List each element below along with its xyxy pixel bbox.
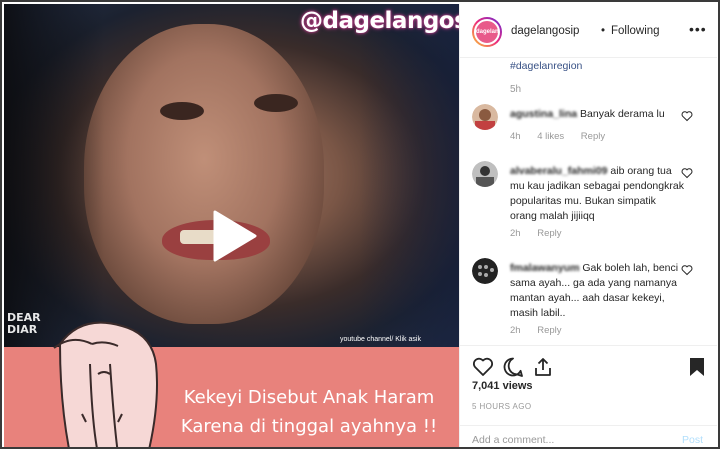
reply-button[interactable]: Reply: [537, 325, 561, 336]
video-frame[interactable]: @dagelangosip DEAR DIAR youtube channel/…: [4, 4, 459, 347]
comment-username[interactable]: fmalawanyum: [510, 262, 579, 274]
youtube-credit: youtube channel/ Klik asik: [340, 336, 421, 343]
hijab-shadow: [4, 4, 459, 347]
author-username[interactable]: dagelangosip: [511, 25, 579, 37]
comment-likes[interactable]: 4 likes: [537, 131, 564, 142]
corner-logo: DEAR DIAR: [7, 311, 41, 336]
post-comment-button[interactable]: Post: [682, 434, 703, 446]
like-comment-heart-icon[interactable]: [681, 110, 693, 122]
comment-username[interactable]: alvaberalu_fahmi09: [510, 165, 607, 177]
post-sidebar: dagelan dagelangosip • Following ••• #da…: [459, 4, 717, 447]
reply-button[interactable]: Reply: [581, 131, 605, 142]
comment-time[interactable]: 2h: [510, 228, 521, 239]
like-heart-icon[interactable]: [472, 356, 494, 378]
comment-meta: 2h Reply: [510, 228, 576, 239]
banner-line-1: Kekeyi Disebut Anak Haram: [183, 387, 435, 408]
header-separator: •: [601, 25, 606, 37]
like-comment-heart-icon[interactable]: [681, 167, 693, 179]
comment-avatar[interactable]: [472, 104, 498, 130]
share-icon[interactable]: [532, 356, 554, 378]
comment-1: agustina_lina Banyak derama lu: [510, 107, 685, 122]
comment-meta: 2h Reply: [510, 325, 576, 336]
comments-list[interactable]: #dagelanregion 5h agustina_lina Banyak d…: [460, 58, 717, 345]
watermark-text: @dagelangosip: [300, 8, 459, 34]
comment-avatar[interactable]: [472, 161, 498, 187]
comment-time[interactable]: 4h: [510, 131, 521, 142]
comment-2: alvaberalu_fahmi09 aib orang tua mu kau …: [510, 164, 685, 224]
play-icon[interactable]: [211, 210, 257, 262]
comment-composer: Add a comment... Post: [460, 425, 717, 447]
comment-time[interactable]: 2h: [510, 325, 521, 336]
mascot-icon: [53, 321, 158, 447]
comment-text: Banyak derama lu: [580, 108, 665, 120]
author-avatar-image: dagelan: [474, 19, 500, 45]
author-avatar[interactable]: dagelan: [472, 17, 502, 47]
comment-avatar[interactable]: [472, 258, 498, 284]
comment-username[interactable]: agustina_lina: [510, 108, 577, 120]
post-actions: [460, 345, 717, 379]
comment-3: fmalawanyum Gak boleh lah, benci sama ay…: [510, 261, 685, 321]
comment-bubble-icon[interactable]: [502, 356, 524, 378]
reply-button[interactable]: Reply: [537, 228, 561, 239]
banner-line-2: Karena di tinggal ayahnya !!: [180, 416, 438, 437]
more-options-button[interactable]: •••: [689, 21, 707, 37]
like-comment-heart-icon[interactable]: [681, 264, 693, 276]
banner-text: Kekeyi Disebut Anak Haram Karena di ting…: [164, 383, 454, 441]
comment-meta: 4h 4 likes Reply: [510, 131, 619, 142]
caption-hashtag[interactable]: #dagelanregion: [510, 60, 582, 72]
following-button[interactable]: Following: [611, 25, 660, 37]
bookmark-icon[interactable]: [686, 356, 708, 378]
comment-input[interactable]: Add a comment...: [472, 434, 554, 446]
caption-time[interactable]: 5h: [510, 84, 521, 95]
view-count[interactable]: 7,041 views: [472, 380, 533, 392]
post-timestamp[interactable]: 5 HOURS AGO: [472, 402, 532, 411]
post-header: dagelan dagelangosip • Following •••: [460, 4, 717, 58]
post-media[interactable]: @dagelangosip DEAR DIAR youtube channel/…: [4, 4, 459, 447]
